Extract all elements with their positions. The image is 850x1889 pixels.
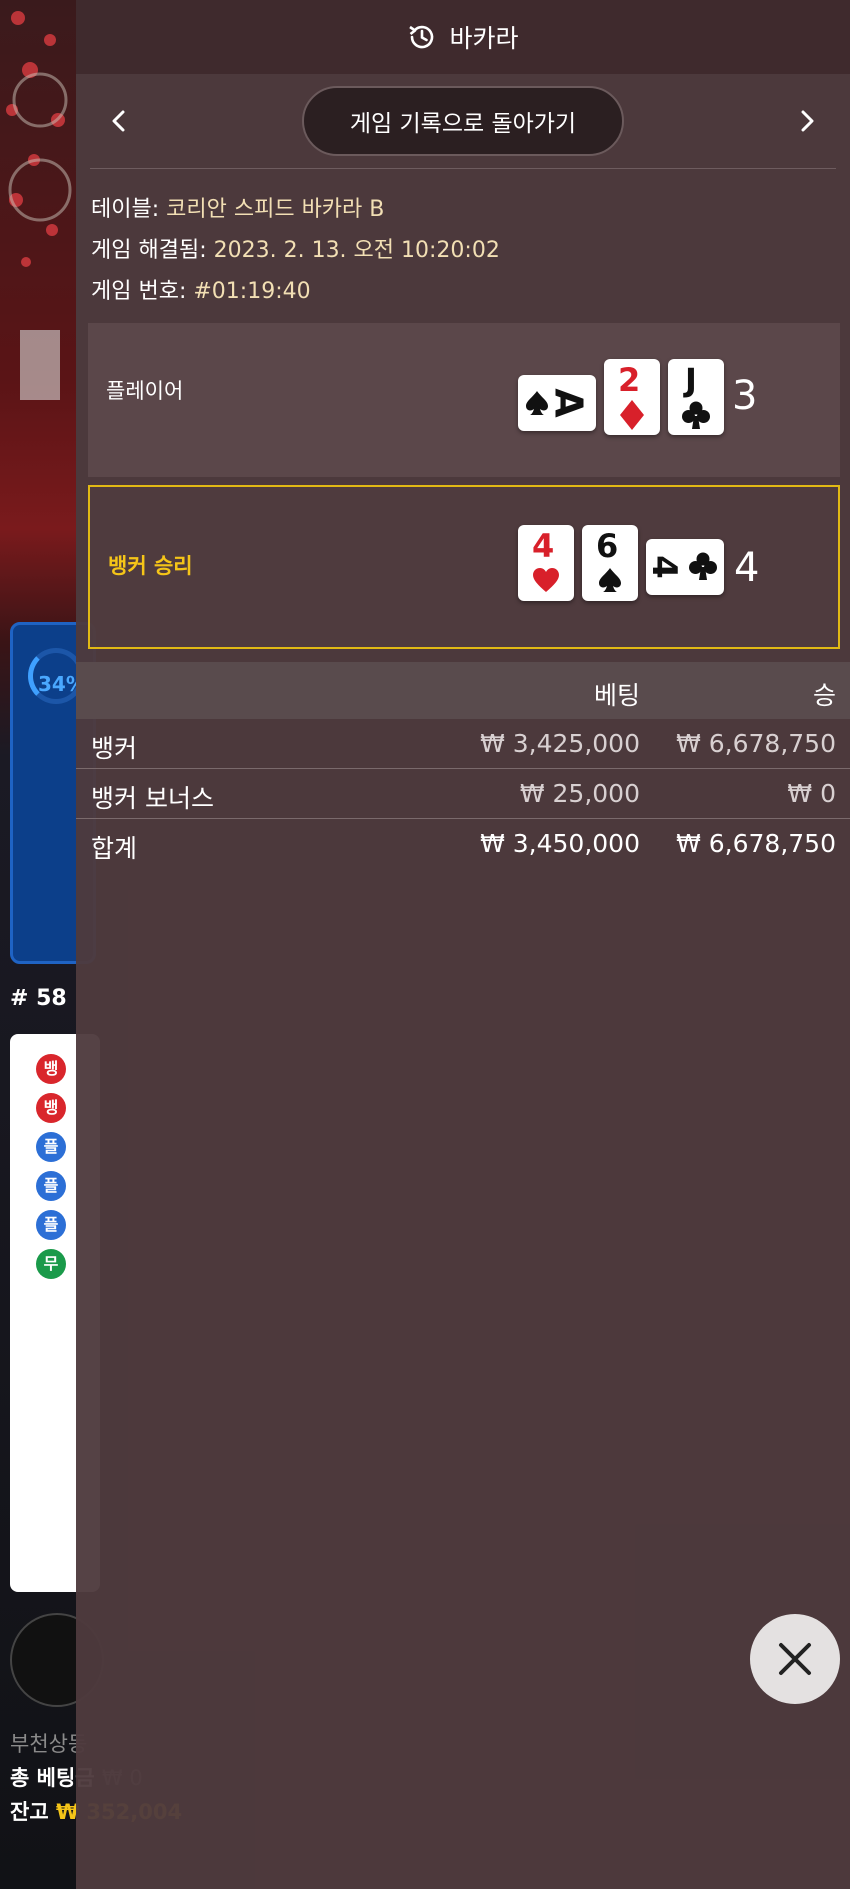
chevron-right-icon: [801, 110, 814, 132]
win-column-header: 승: [812, 681, 836, 710]
table-info: 테이블: 코리안 스피드 바카라 B: [91, 197, 385, 222]
player-hand-label: 플레이어: [106, 379, 184, 403]
bets-table-header: 베팅 승: [76, 662, 850, 719]
playing-card: 2: [604, 359, 660, 435]
club-icon: [689, 552, 717, 580]
total-bet-amount: ₩ 3,450,000: [480, 829, 640, 858]
playing-card: 4: [518, 525, 574, 601]
bead-road-item: 뱅: [36, 1093, 66, 1123]
spade-icon: [599, 568, 621, 592]
table-row: 뱅커 보너스 ₩ 25,000 ₩ 0: [76, 769, 850, 819]
bet-amount: ₩ 25,000: [519, 779, 640, 808]
heart-icon: [533, 568, 559, 592]
card-rank: 4: [532, 527, 555, 565]
playing-card: J: [668, 359, 724, 435]
player-score: 3: [732, 373, 758, 419]
back-to-history-button[interactable]: 게임 기록으로 돌아가기: [302, 86, 624, 156]
card-rank: J: [685, 361, 697, 399]
header-title-row: 바카라: [76, 14, 850, 60]
bead-road-item: 뱅: [36, 1054, 66, 1084]
page-title: 바카라: [449, 24, 519, 53]
close-icon: [779, 1643, 811, 1675]
previous-game-button[interactable]: [98, 100, 140, 142]
bead-road-item: 플: [36, 1171, 66, 1201]
playing-card: 6: [582, 525, 638, 601]
banker-score: 4: [734, 545, 760, 591]
next-game-button[interactable]: [786, 100, 828, 142]
history-icon: [407, 22, 437, 52]
bet-name: 뱅커: [91, 734, 138, 763]
card-rank: A: [546, 388, 591, 418]
card-rank: 6: [596, 527, 619, 565]
bet-name: 뱅커 보너스: [91, 784, 214, 813]
banker-hand: 뱅커 승리 4 6 4 4: [88, 485, 840, 649]
club-icon: [682, 401, 710, 429]
bead-road-item: 무: [36, 1249, 66, 1279]
close-button[interactable]: [750, 1614, 840, 1704]
card-rank: 2: [618, 361, 641, 399]
game-history-overlay: 바카라 게임 기록으로 돌아가기 테이블: 코리안 스피드 바카라 B 게임 해…: [76, 0, 850, 1889]
table-row: 뱅커 ₩ 3,425,000 ₩ 6,678,750: [76, 719, 850, 769]
bet-amount: ₩ 3,425,000: [480, 729, 640, 758]
banker-win-label: 뱅커 승리: [108, 554, 193, 578]
playing-card: 4: [643, 539, 724, 595]
total-win-amount: ₩ 6,678,750: [676, 829, 836, 858]
total-label: 합계: [91, 834, 138, 863]
bead-road-item: 플: [36, 1210, 66, 1240]
win-amount: ₩ 0: [787, 779, 836, 808]
bet-column-header: 베팅: [593, 681, 640, 710]
player-hand: 플레이어 A 2 J 3: [88, 323, 840, 477]
diamond-icon: [620, 400, 644, 430]
bead-road-item: 플: [36, 1132, 66, 1162]
shoe-number: # 58: [10, 986, 67, 1011]
game-number-info: 게임 번호: #01:19:40: [91, 279, 311, 304]
card-rank: 4: [643, 555, 684, 579]
resolved-time-info: 게임 해결됨: 2023. 2. 13. 오전 10:20:02: [91, 238, 500, 263]
playing-card: A: [518, 375, 596, 431]
history-navigation: 게임 기록으로 돌아가기: [76, 84, 850, 158]
win-amount: ₩ 6,678,750: [676, 729, 836, 758]
blossom-decoration: [6, 11, 72, 400]
chevron-left-icon: [112, 110, 125, 132]
divider: [90, 168, 836, 169]
total-row: 합계 ₩ 3,450,000 ₩ 6,678,750: [76, 819, 850, 869]
